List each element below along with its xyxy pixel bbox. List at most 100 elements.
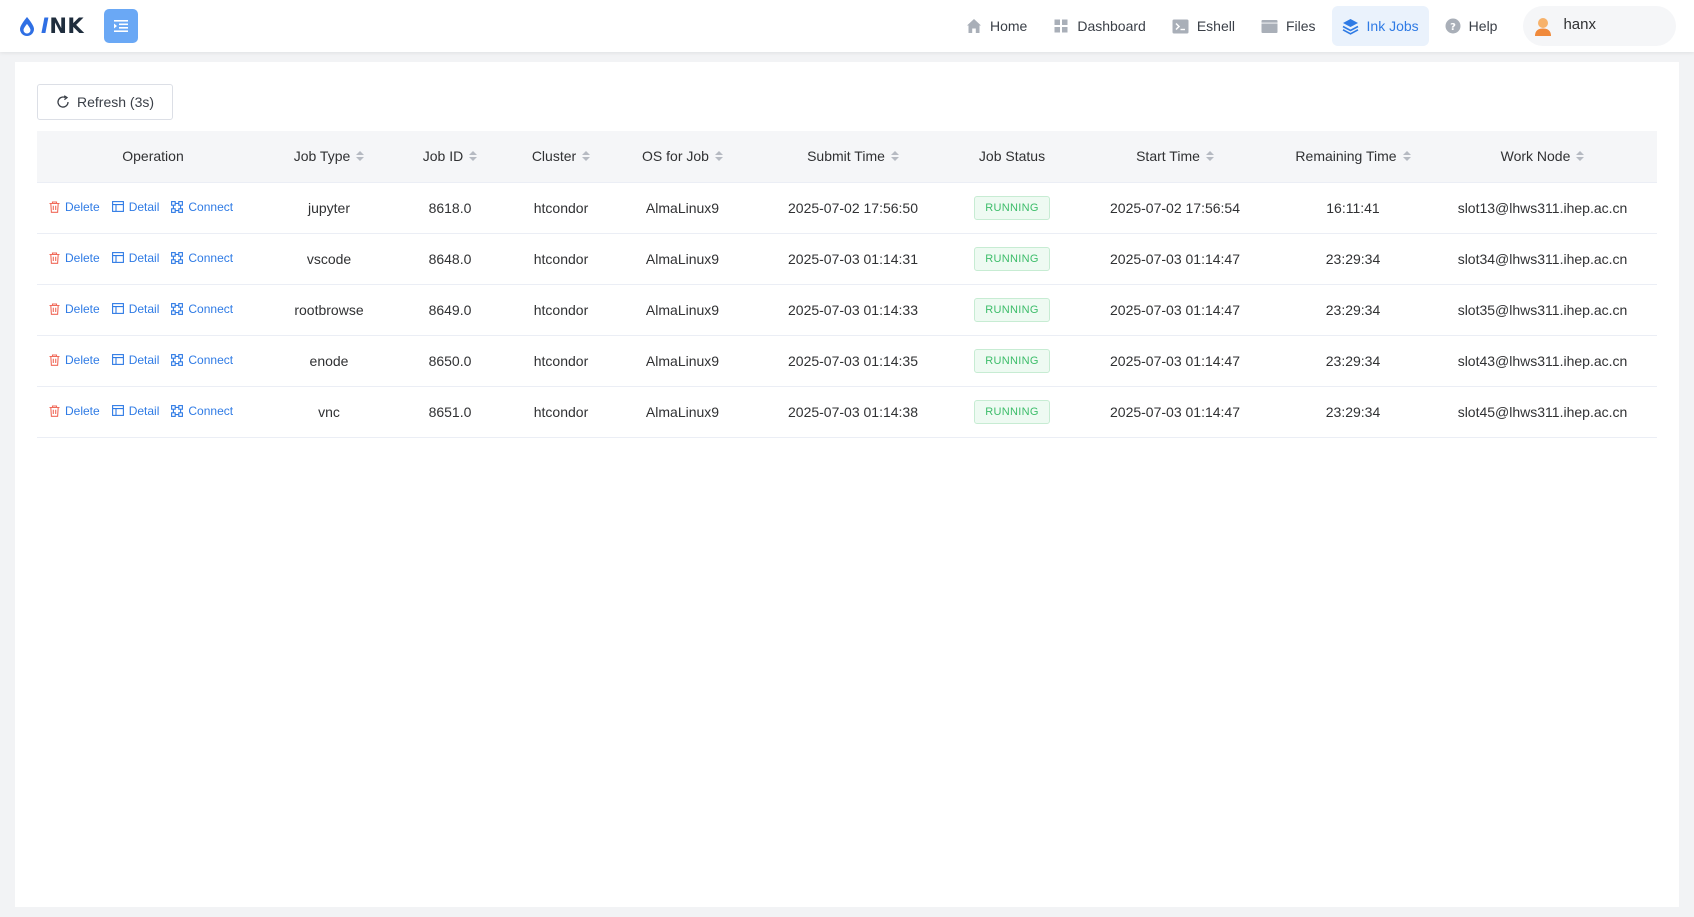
col-header-remaining-time[interactable]: Remaining Time	[1278, 131, 1428, 183]
nav-files[interactable]: Files	[1251, 6, 1326, 46]
sort-icon[interactable]	[356, 151, 365, 162]
cell-job-type: jupyter	[269, 182, 389, 234]
nav-dashboard-label: Dashboard	[1077, 18, 1146, 34]
col-header-operation: Operation	[37, 131, 269, 183]
status-badge: RUNNING	[974, 195, 1050, 220]
user-name: hanx	[1563, 15, 1596, 33]
cell-remaining-time: 23:29:34	[1278, 386, 1428, 438]
delete-button[interactable]: Delete	[49, 302, 100, 316]
table-row: Delete Detail Connect enode 8650.0 htcondor Al…	[37, 335, 1657, 387]
cell-job-status: RUNNING	[952, 284, 1072, 336]
col-header-cluster[interactable]: Cluster	[511, 131, 611, 183]
cell-os: AlmaLinux9	[611, 233, 754, 285]
connect-button[interactable]: Connect	[171, 353, 233, 367]
cell-operation: Delete Detail Connect	[37, 233, 269, 285]
cell-start-time: 2025-07-03 01:14:47	[1072, 386, 1278, 438]
col-header-work-node[interactable]: Work Node	[1428, 131, 1657, 183]
sort-icon[interactable]	[1576, 151, 1585, 162]
svg-text:?: ?	[1450, 22, 1456, 33]
delete-button[interactable]: Delete	[49, 353, 100, 367]
nav-ink-jobs-label: Ink Jobs	[1366, 18, 1419, 34]
cell-work-node: slot13@lhws311.ihep.ac.cn	[1428, 182, 1657, 234]
status-badge: RUNNING	[974, 297, 1050, 322]
connect-button[interactable]: Connect	[171, 404, 233, 418]
cell-job-status: RUNNING	[952, 182, 1072, 234]
sort-icon[interactable]	[890, 151, 899, 162]
home-icon	[966, 19, 981, 33]
cell-submit-time: 2025-07-03 01:14:38	[754, 386, 952, 438]
refresh-button[interactable]: Refresh (3s)	[37, 84, 174, 120]
nav-help[interactable]: ? Help	[1435, 6, 1508, 46]
col-header-start-time[interactable]: Start Time	[1072, 131, 1278, 183]
cell-submit-time: 2025-07-03 01:14:31	[754, 233, 952, 285]
connect-icon	[171, 251, 184, 264]
avatar-icon	[1535, 18, 1552, 36]
cell-job-id: 8618.0	[389, 182, 511, 234]
sort-icon[interactable]	[1402, 151, 1411, 162]
top-bar: INK Home Dashboard Eshell Files Ink Jobs…	[0, 0, 1694, 52]
menu-toggle-button[interactable]	[104, 9, 139, 43]
status-badge: RUNNING	[974, 246, 1050, 271]
jobs-table-body: Delete Detail Connect jupyter 8618.0 htcondor…	[37, 182, 1657, 438]
nav-dashboard[interactable]: Dashboard	[1043, 6, 1156, 46]
detail-button[interactable]: Detail	[111, 251, 159, 265]
logo-text: INK	[41, 14, 85, 38]
delete-button[interactable]: Delete	[49, 404, 100, 418]
connect-button[interactable]: Connect	[171, 302, 233, 316]
dashboard-icon	[1054, 19, 1068, 33]
detail-icon	[111, 405, 124, 416]
main-content: Refresh (3s) Operation Job Type Job ID C…	[15, 62, 1679, 907]
ink-logo[interactable]: INK	[18, 14, 84, 38]
nav-ink-jobs[interactable]: Ink Jobs	[1331, 6, 1429, 46]
cell-start-time: 2025-07-03 01:14:47	[1072, 335, 1278, 387]
col-header-submit-time[interactable]: Submit Time	[754, 131, 952, 183]
cell-job-id: 8648.0	[389, 233, 511, 285]
sort-icon[interactable]	[582, 151, 591, 162]
delete-icon	[49, 353, 60, 366]
detail-icon	[111, 303, 124, 314]
cell-job-status: RUNNING	[952, 335, 1072, 387]
cell-submit-time: 2025-07-03 01:14:35	[754, 335, 952, 387]
sort-icon[interactable]	[714, 151, 723, 162]
detail-button[interactable]: Detail	[111, 404, 159, 418]
nav-help-label: Help	[1468, 18, 1498, 34]
table-row: Delete Detail Connect rootbrowse 8649.0 htcon…	[37, 284, 1657, 336]
cell-job-type: vscode	[269, 233, 389, 285]
sort-icon[interactable]	[1205, 151, 1214, 162]
col-header-os[interactable]: OS for Job	[611, 131, 754, 183]
detail-button[interactable]: Detail	[111, 200, 159, 214]
cell-operation: Delete Detail Connect	[37, 386, 269, 438]
col-header-job-id[interactable]: Job ID	[389, 131, 511, 183]
help-icon: ?	[1445, 18, 1461, 34]
nav-home[interactable]: Home	[956, 6, 1037, 46]
cell-cluster: htcondor	[511, 182, 611, 234]
status-badge: RUNNING	[974, 348, 1050, 373]
cell-work-node: slot43@lhws311.ihep.ac.cn	[1428, 335, 1657, 387]
terminal-icon	[1172, 19, 1189, 33]
delete-button[interactable]: Delete	[49, 251, 100, 265]
connect-icon	[171, 353, 184, 366]
delete-icon	[49, 251, 60, 264]
cell-job-id: 8651.0	[389, 386, 511, 438]
cell-work-node: slot45@lhws311.ihep.ac.cn	[1428, 386, 1657, 438]
connect-icon	[171, 404, 184, 417]
col-header-job-type[interactable]: Job Type	[269, 131, 389, 183]
nav-eshell[interactable]: Eshell	[1162, 6, 1245, 46]
user-menu[interactable]: hanx	[1523, 6, 1676, 46]
sort-icon[interactable]	[469, 151, 478, 162]
delete-button[interactable]: Delete	[49, 200, 100, 214]
main-nav: Home Dashboard Eshell Files Ink Jobs ? H…	[956, 6, 1676, 46]
table-row: Delete Detail Connect vnc 8651.0 htcondor Alma…	[37, 386, 1657, 438]
cell-start-time: 2025-07-03 01:14:47	[1072, 233, 1278, 285]
cell-job-type: vnc	[269, 386, 389, 438]
detail-button[interactable]: Detail	[111, 353, 159, 367]
status-badge: RUNNING	[974, 399, 1050, 424]
connect-button[interactable]: Connect	[171, 200, 233, 214]
menu-fold-icon	[114, 20, 129, 32]
cell-job-status: RUNNING	[952, 233, 1072, 285]
cell-os: AlmaLinux9	[611, 335, 754, 387]
connect-button[interactable]: Connect	[171, 251, 233, 265]
cell-remaining-time: 23:29:34	[1278, 233, 1428, 285]
nav-eshell-label: Eshell	[1196, 18, 1235, 34]
detail-button[interactable]: Detail	[111, 302, 159, 316]
